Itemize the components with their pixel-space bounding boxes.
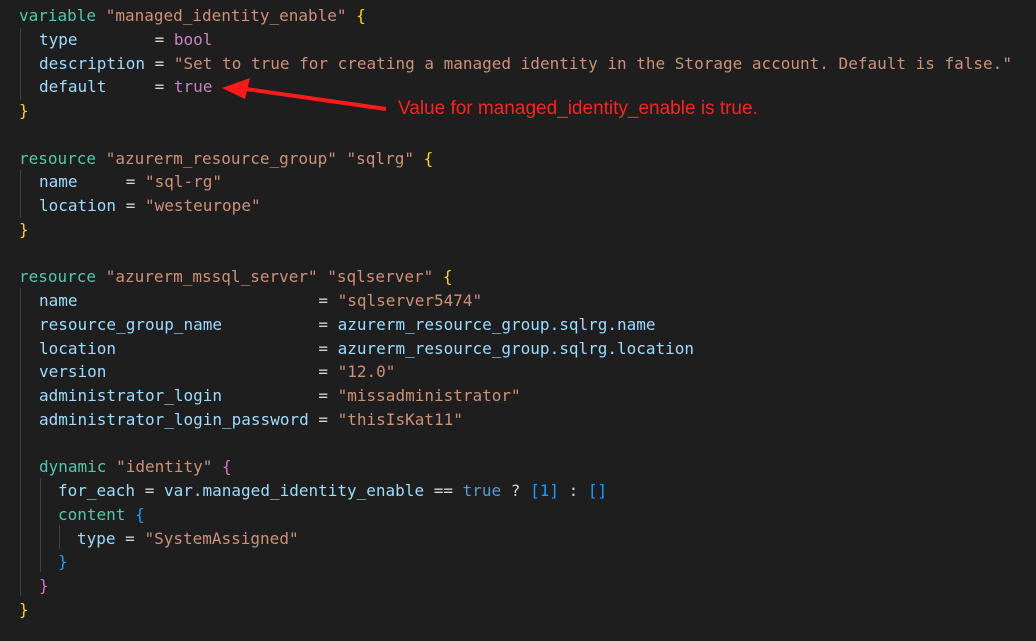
comparison-operator: ==	[433, 481, 453, 500]
attr-value: azurerm_resource_group.sqlrg.name	[337, 315, 656, 334]
list-literal: [1]	[530, 481, 559, 500]
equals: =	[318, 362, 328, 381]
code-line: default = true	[39, 75, 212, 99]
annotation-text: Value for managed_identity_enable is tru…	[398, 98, 758, 119]
attr-value: "sqlserver5474"	[337, 291, 483, 310]
code-line: }	[19, 99, 29, 123]
code-line: }	[58, 550, 68, 574]
code-line: content {	[58, 503, 145, 527]
code-line: location = azurerm_resource_group.sqlrg.…	[39, 337, 694, 361]
keyword-content: content	[58, 505, 126, 524]
attr-value: "SystemAssigned"	[144, 529, 299, 548]
code-line: }	[19, 218, 29, 242]
variable-name: "managed_identity_enable"	[105, 6, 347, 25]
attr-key: name	[39, 172, 78, 191]
attr-value: true	[173, 77, 213, 96]
resource-type: "azurerm_resource_group"	[105, 149, 337, 168]
close-brace: }	[19, 600, 29, 619]
resource-name: "sqlrg"	[346, 149, 414, 168]
code-line: description = "Set to true for creating …	[39, 52, 1012, 76]
ternary-colon: :	[568, 481, 579, 500]
attr-key: default	[39, 77, 107, 96]
open-brace: {	[356, 6, 366, 25]
keyword-resource: resource	[19, 267, 97, 286]
equals: =	[318, 339, 328, 358]
code-line: type = bool	[39, 28, 212, 52]
resource-type: "azurerm_mssql_server"	[105, 267, 318, 286]
equals: =	[125, 172, 136, 191]
keyword-resource: resource	[19, 149, 97, 168]
attr-key: name	[39, 291, 78, 310]
arrow-head	[222, 78, 250, 99]
equals: =	[125, 196, 136, 215]
code-line: type = "SystemAssigned"	[77, 527, 299, 551]
equals: =	[318, 410, 328, 429]
attr-value: "thisIsKat11"	[337, 410, 463, 429]
dynamic-name: "identity"	[116, 457, 213, 476]
equals: =	[125, 529, 135, 548]
indent-guide	[20, 288, 21, 596]
code-line: administrator_login_password = "thisIsKa…	[39, 408, 463, 432]
attr-key: administrator_login	[39, 386, 223, 405]
indent-guide	[20, 170, 21, 218]
indent-guide	[59, 525, 60, 549]
attr-value: "missadministrator"	[337, 386, 521, 405]
code-line: version = "12.0"	[39, 360, 395, 384]
open-brace: {	[442, 267, 453, 286]
keyword-variable: variable	[19, 6, 97, 25]
code-line: for_each = var.managed_identity_enable =…	[58, 479, 607, 503]
attr-key: for_each	[58, 481, 136, 500]
var-reference: var.managed_identity_enable	[163, 481, 425, 500]
keyword-dynamic: dynamic	[39, 457, 107, 476]
indent-guide	[20, 28, 21, 100]
close-brace: }	[19, 220, 29, 239]
code-editor[interactable]: variable "managed_identity_enable" { typ…	[0, 0, 1036, 641]
close-brace: }	[58, 552, 68, 571]
resource-name: "sqlserver"	[327, 267, 434, 286]
attr-value: azurerm_resource_group.sqlrg.location	[337, 339, 695, 358]
bool-literal: true	[462, 481, 502, 500]
equals: =	[318, 386, 328, 405]
code-line: }	[19, 598, 29, 622]
equals: =	[154, 30, 165, 49]
code-line: name = "sqlserver5474"	[39, 289, 482, 313]
attr-key: location	[39, 196, 117, 215]
empty-list-literal: []	[587, 481, 608, 500]
code-line: dynamic "identity" {	[39, 455, 232, 479]
code-line: resource "azurerm_mssql_server" "sqlserv…	[19, 265, 453, 289]
attr-value: "sql-rg"	[144, 172, 223, 191]
equals: =	[154, 54, 165, 73]
indent-guide	[40, 478, 41, 572]
equals: =	[154, 77, 165, 96]
attr-value: "12.0"	[337, 362, 396, 381]
attr-key: administrator_login_password	[39, 410, 309, 429]
ternary-operator: ?	[510, 481, 521, 500]
equals: =	[318, 315, 328, 334]
code-line: location = "westeurope"	[39, 194, 261, 218]
code-line: resource_group_name = azurerm_resource_g…	[39, 313, 656, 337]
attr-key: description	[39, 54, 145, 73]
code-line: variable "managed_identity_enable" {	[19, 4, 366, 28]
attr-key: location	[39, 339, 117, 358]
code-line: }	[39, 574, 49, 598]
code-line: name = "sql-rg"	[39, 170, 222, 194]
close-brace: }	[19, 101, 29, 120]
equals: =	[144, 481, 155, 500]
code-line: resource "azurerm_resource_group" "sqlrg…	[19, 147, 433, 171]
open-brace: {	[423, 149, 434, 168]
equals: =	[318, 291, 328, 310]
attr-value: "westeurope"	[144, 196, 261, 215]
attr-value: bool	[173, 30, 213, 49]
attr-key: version	[39, 362, 107, 381]
attr-key: resource_group_name	[39, 315, 223, 334]
open-brace: {	[135, 505, 145, 524]
attr-key: type	[39, 30, 78, 49]
attr-value: "Set to true for creating a managed iden…	[173, 54, 1012, 73]
attr-key: type	[77, 529, 116, 548]
arrow-shaft	[245, 87, 387, 111]
close-brace: }	[39, 576, 49, 595]
open-brace: {	[222, 457, 232, 476]
code-line: administrator_login = "missadministrator…	[39, 384, 521, 408]
